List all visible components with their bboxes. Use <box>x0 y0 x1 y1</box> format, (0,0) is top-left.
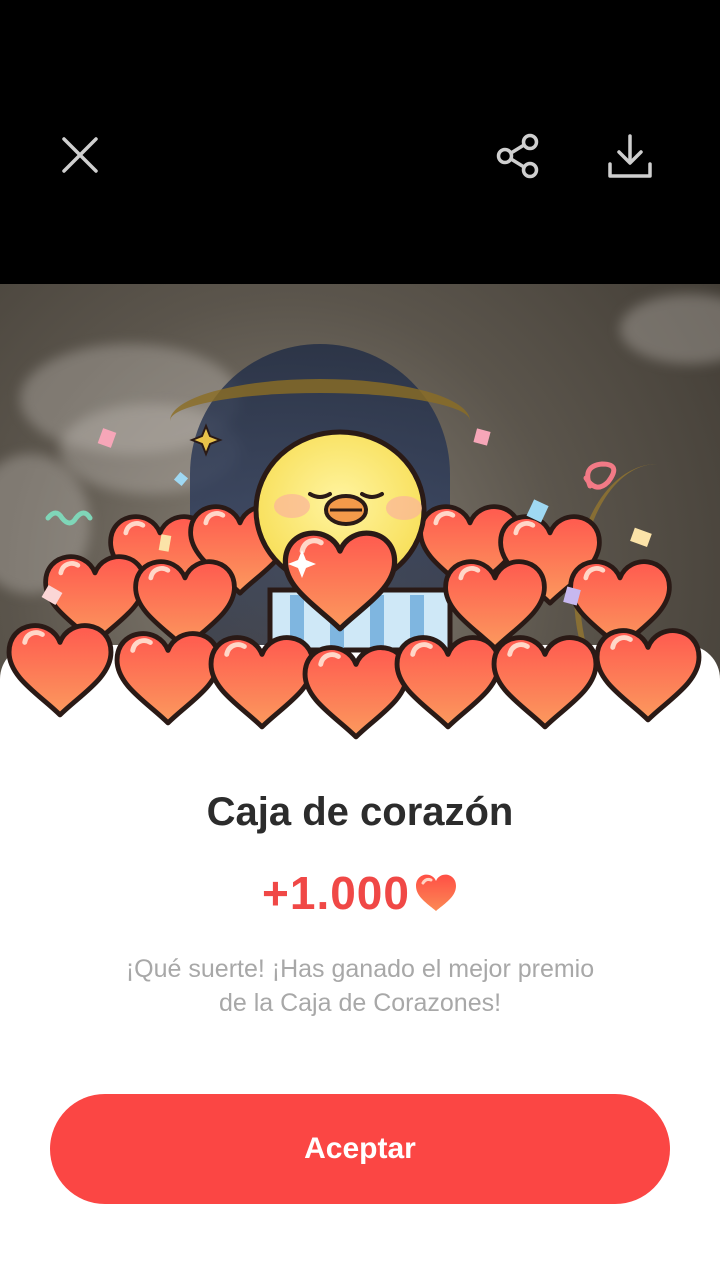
heart-icon <box>415 874 456 911</box>
close-button[interactable] <box>55 130 105 180</box>
dialog-title: Caja de corazón <box>206 790 514 834</box>
heart-box-illustration <box>0 423 720 750</box>
close-icon <box>62 137 98 173</box>
reward-description: ¡Qué suerte! ¡Has ganado el mejor premio… <box>125 955 595 1017</box>
download-icon <box>608 134 652 178</box>
accept-button[interactable]: Aceptar <box>50 1094 670 1204</box>
top-toolbar <box>0 0 720 284</box>
share-button[interactable] <box>492 130 544 182</box>
reward-amount-row: +1.000 <box>0 866 720 920</box>
download-button[interactable] <box>602 128 658 184</box>
reward-amount: +1.000 <box>262 867 410 919</box>
share-icon <box>496 133 539 179</box>
